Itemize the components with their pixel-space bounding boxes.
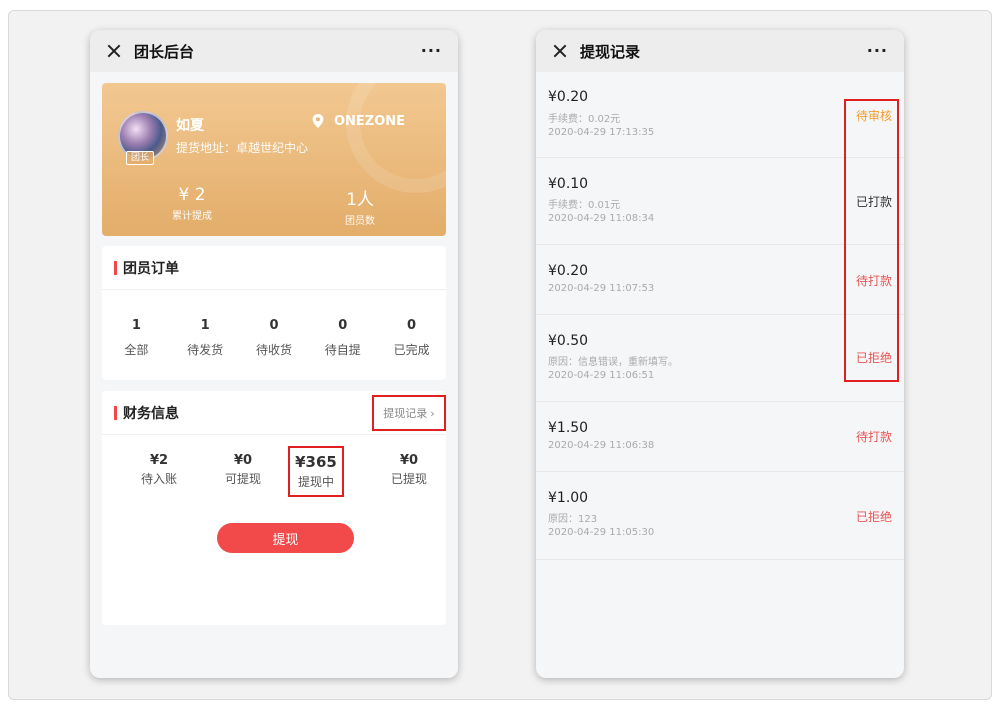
finance-stats-row: ¥2 待入账 ¥0 可提现 ¥365 提现中 ¥0 已提现 [102,453,446,503]
accent-bar [114,405,117,420]
stat-members[interactable]: 1人 团员数 [300,185,420,227]
record-amount: ¥0.10 [548,176,589,192]
panel-title: 团员订单 [123,260,179,277]
finance-label: 待入账 [140,472,177,486]
stat-label: 团员数 [345,216,375,227]
profile-card: 团长 如夏 ONEZONE 提货地址：卓越世纪中心 ¥ 2 累计提成 1人 团员… [102,83,446,236]
role-tag: 团长 [126,151,155,165]
order-status-self-pickup[interactable]: 0 待自提 [313,318,373,358]
page-title: 提现记录 [580,42,641,61]
order-count: 0 [338,318,348,333]
panel-header: 团员订单 [102,246,446,290]
accent-bar [114,260,117,275]
order-count: 0 [269,318,279,333]
order-label: 待自提 [324,343,361,357]
close-icon[interactable] [104,41,124,61]
stat-value: ¥ 2 [178,185,206,205]
record-note: 手续费：0.02元 [548,114,621,125]
withdrawal-records-screen: 提现记录 ··· ¥0.20 手续费：0.02元 2020-04-29 17:1… [536,30,904,678]
more-menu-icon[interactable]: ··· [867,41,888,60]
more-menu-icon[interactable]: ··· [421,41,442,60]
record-amount: ¥0.20 [548,263,589,279]
record-amount: ¥0.50 [548,333,589,349]
member-orders-panel: 团员订单 1 全部 1 待发货 0 待收货 0 待自提 0 已完成 [102,246,446,380]
pickup-address: 提货地址：卓越世纪中心 [176,141,309,155]
finance-value: ¥0 [233,453,253,468]
record-time: 2020-04-29 11:05:30 [548,527,655,538]
finance-value: ¥2 [149,453,169,468]
order-count: 1 [200,318,210,333]
finance-withdrawn: ¥0 已提现 [374,453,444,487]
order-label: 待发货 [187,343,224,357]
user-name: 如夏 [176,118,204,134]
location-name: ONEZONE [334,114,406,129]
record-note: 原因：信息错误，重新填写。 [548,357,678,368]
record-amount: ¥1.00 [548,490,589,506]
highlight-box [844,99,899,382]
stat-label: 累计提成 [172,211,212,222]
record-note: 手续费：0.01元 [548,200,621,211]
panel-title: 财务信息 [123,405,179,422]
order-status-to-ship[interactable]: 1 待发货 [175,318,235,358]
finance-label: 已提现 [390,472,427,486]
finance-value: ¥0 [399,453,419,468]
record-amount: ¥1.50 [548,420,589,436]
highlight-box [288,446,344,497]
record-amount: ¥0.20 [548,89,589,105]
order-status-completed[interactable]: 0 已完成 [382,318,442,358]
record-time: 2020-04-29 11:06:51 [548,370,655,381]
finance-withdrawable: ¥0 可提现 [208,453,278,487]
record-status: 已拒绝 [855,510,892,524]
record-time: 2020-04-29 11:08:34 [548,213,655,224]
order-status-all[interactable]: 1 全部 [106,318,166,358]
order-label: 已完成 [393,343,430,357]
page-title: 团长后台 [134,42,195,61]
chevron-right-icon: › [430,406,435,420]
record-status: 待打款 [855,430,892,444]
record-note: 原因：123 [548,514,598,525]
order-status-row: 1 全部 1 待发货 0 待收货 0 待自提 0 已完成 [102,290,446,358]
stat-commission: ¥ 2 累计提成 [132,185,252,222]
order-status-to-receive[interactable]: 0 待收货 [244,318,304,358]
finance-label: 可提现 [224,472,261,486]
order-count: 0 [407,318,417,333]
location-pin-icon [312,114,324,128]
finance-panel: 财务信息 提现记录 › ¥2 待入账 ¥0 可提现 ¥365 提现中 ¥0 已提… [102,391,446,625]
withdraw-button[interactable]: 提现 [217,523,354,553]
record-time: 2020-04-29 17:13:35 [548,127,655,138]
panel-header: 财务信息 提现记录 › [102,391,446,435]
order-count: 1 [131,318,141,333]
nav-bar: 提现记录 ··· [536,30,904,72]
finance-pending-income: ¥2 待入账 [124,453,194,487]
order-label: 全部 [124,343,149,357]
card-decoration [346,83,446,193]
withdrawal-records-link[interactable]: 提现记录 › [372,395,446,431]
nav-bar: 团长后台 ··· [90,30,458,72]
link-label: 提现记录 [383,407,428,420]
record-time: 2020-04-29 11:06:38 [548,440,655,451]
leader-dashboard-screen: 团长后台 ··· 团长 如夏 ONEZONE 提货地址：卓越世纪中心 ¥ 2 累… [90,30,458,678]
record-row[interactable]: ¥1.50 2020-04-29 11:06:38 待打款 [536,402,904,472]
stat-value: 1人 [346,190,374,210]
record-row[interactable]: ¥1.00 原因：123 2020-04-29 11:05:30 已拒绝 [536,472,904,560]
order-label: 待收货 [255,343,292,357]
record-time: 2020-04-29 11:07:53 [548,283,655,294]
close-icon[interactable] [550,41,570,61]
